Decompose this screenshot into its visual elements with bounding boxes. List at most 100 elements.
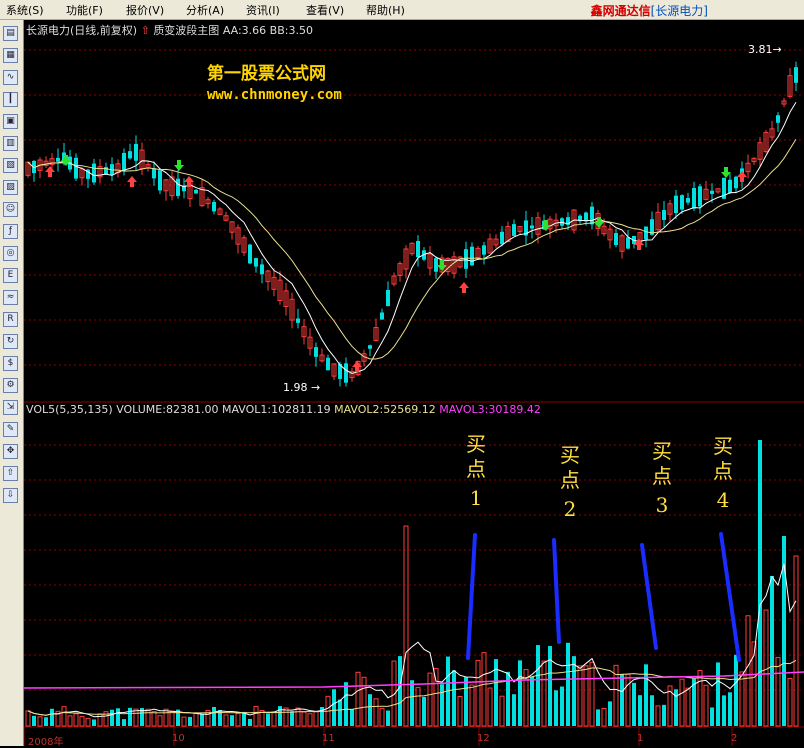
quote-icon[interactable]: ▤ (3, 26, 18, 41)
candle-down (512, 224, 516, 236)
volume-bar-down (92, 719, 96, 726)
volume-bar-down (200, 714, 204, 726)
zoom-icon[interactable]: ◎ (3, 246, 18, 261)
candle-down (590, 206, 594, 225)
table-icon[interactable]: ▥ (3, 136, 18, 151)
volume-bar-down (290, 711, 294, 726)
volume-bar-up (97, 713, 103, 727)
volume-bar-up (157, 715, 163, 727)
candle-down (698, 186, 702, 207)
volume-bar-up (307, 713, 313, 727)
candle-down (296, 318, 300, 323)
candle-down (194, 189, 198, 194)
volume-bar-down (464, 677, 468, 726)
volume-bar-up (685, 687, 691, 727)
candle-down (344, 363, 348, 383)
news-icon[interactable]: ▣ (3, 114, 18, 129)
volume-bar-up (361, 676, 367, 727)
menu-view[interactable]: 查看(V) (306, 2, 344, 18)
moving-average-lines (27, 101, 797, 374)
volume-bar-down (248, 718, 252, 726)
fx-icon[interactable]: ƒ (3, 224, 18, 239)
candle-down (776, 115, 780, 123)
volume-bar-up (67, 715, 73, 727)
volume-bar-up (181, 716, 187, 727)
candle-down (416, 240, 420, 258)
stock-title: 长源电力(日线,前复权) (26, 24, 138, 37)
volume-bars (25, 440, 799, 727)
volume-bar-down (122, 719, 126, 726)
candle-down (470, 246, 474, 266)
trend-icon[interactable]: ≈ (3, 290, 18, 305)
menu-info[interactable]: 资讯(I) (246, 2, 280, 18)
volume-bar-down (572, 656, 576, 726)
volume-bar-up (223, 714, 229, 727)
menu-function[interactable]: 功能(F) (66, 2, 103, 18)
volume-bar-up (25, 710, 31, 727)
candle-down (176, 178, 180, 196)
volume-bar-down (368, 694, 372, 726)
users-icon[interactable]: ☺ (3, 202, 18, 217)
volume-bar-down (188, 716, 192, 726)
volume-bar-up (589, 661, 595, 727)
volume-bar-up (457, 695, 463, 727)
buy-marker-line (466, 533, 477, 660)
tools-icon[interactable]: ⚙ (3, 378, 18, 393)
volume-bar-down (620, 673, 624, 726)
buy-signal-arrow (459, 282, 469, 293)
volume-bar-down (608, 701, 612, 726)
volume-bar-down (116, 708, 120, 726)
line-chart-icon[interactable]: ∿ (3, 70, 18, 85)
volume-bar-down (638, 695, 642, 726)
board-icon[interactable]: ▧ (3, 158, 18, 173)
candle-down (794, 67, 798, 83)
candle-down (674, 195, 678, 213)
volume-bar-up (487, 687, 493, 727)
volume-bar-down (278, 706, 282, 726)
volume-bar-down (650, 695, 654, 726)
volume-bar-down (734, 654, 738, 726)
list-icon[interactable]: ▦ (3, 48, 18, 63)
calc-icon[interactable]: ▨ (3, 180, 18, 195)
candle-down (530, 225, 534, 229)
menu-analysis[interactable]: 分析(A) (186, 2, 224, 18)
money-icon[interactable]: $ (3, 356, 18, 371)
sell-signal-arrow (174, 160, 184, 171)
volume-bar-down (758, 440, 762, 726)
volume-bar-up (193, 712, 199, 727)
move-icon[interactable]: ✥ (3, 444, 18, 459)
export-icon[interactable]: ⇲ (3, 400, 18, 415)
mavol3-value: MAVOL3:30189.42 (439, 403, 541, 416)
volume-bar-down (44, 717, 48, 726)
volume-bar-up (577, 665, 583, 727)
up-arrow-icon[interactable]: ⇧ (3, 466, 18, 481)
buy-point-1: 买点1 (466, 432, 486, 510)
volume-bar-down (722, 695, 726, 726)
menu-system[interactable]: 系统(S) (6, 2, 44, 18)
app-name: 鑫网通达信 (590, 4, 651, 18)
candle-down (644, 226, 648, 240)
candle-down (734, 176, 738, 189)
candle-down (128, 151, 132, 159)
volume-bar-down (710, 707, 714, 726)
volume-bar-up (703, 684, 709, 727)
candle-down (482, 245, 486, 255)
chart-area[interactable] (24, 20, 804, 746)
volume-bar-down (344, 682, 348, 726)
menu-help[interactable]: 帮助(H) (366, 2, 405, 18)
mavol1-value: MAVOL1:102811.19 (221, 403, 331, 416)
buy-marker-line (719, 532, 741, 662)
volume-bar-down (32, 715, 36, 726)
etf-icon[interactable]: E (3, 268, 18, 283)
down-arrow-icon[interactable]: ⇩ (3, 488, 18, 503)
volume-bar-down (728, 692, 732, 726)
pencil-icon[interactable]: ✎ (3, 422, 18, 437)
volume-bar-down (716, 662, 720, 726)
volume-bar-up (415, 687, 421, 727)
refresh-icon[interactable]: ↻ (3, 334, 18, 349)
kline-icon[interactable]: ┃ (3, 92, 18, 107)
menu-quote[interactable]: 报价(V) (126, 2, 164, 18)
rsi-icon[interactable]: R (3, 312, 18, 327)
chart-header: 长源电力(日线,前复权) ⇧ 质变波段主图 AA:3.66 BB:3.50 (26, 22, 313, 38)
volume-bar-up (475, 659, 481, 727)
